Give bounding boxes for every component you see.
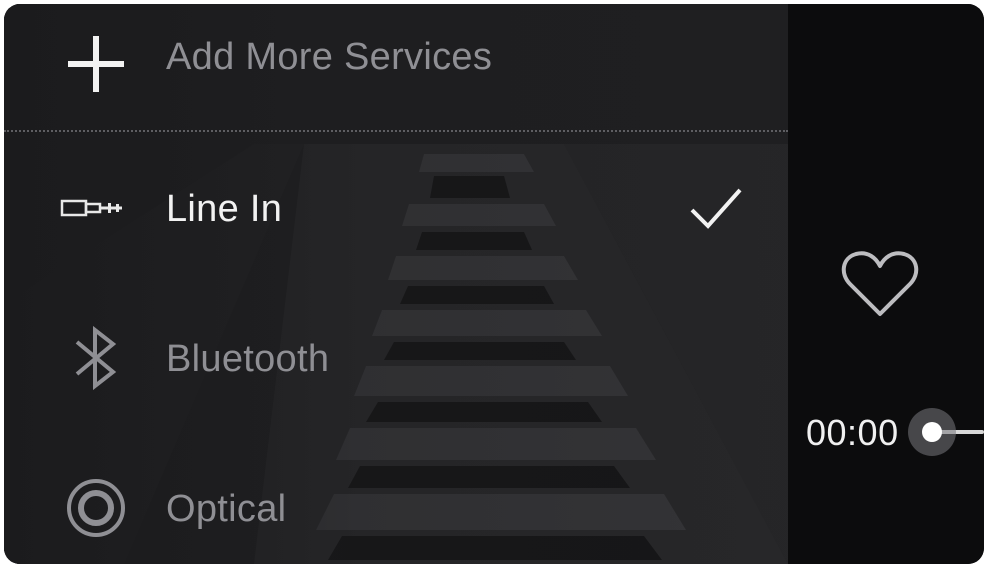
progress-slider-handle[interactable]	[908, 408, 956, 456]
source-item-optical[interactable]: Optical	[4, 448, 788, 564]
source-label-optical: Optical	[166, 488, 287, 530]
source-item-line-in[interactable]: Line In	[4, 148, 788, 268]
app-window: Add More Services Line In Bluetooth Opti…	[4, 4, 984, 564]
elapsed-time: 00:00	[806, 412, 899, 453]
source-label-line-in: Line In	[166, 188, 283, 230]
optical-icon	[56, 468, 136, 548]
checkmark-icon	[690, 188, 742, 229]
heart-icon[interactable]	[840, 248, 920, 320]
now-playing-panel: 00:00	[788, 4, 984, 564]
menu-divider	[4, 130, 788, 132]
source-menu-panel: Add More Services Line In Bluetooth Opti…	[4, 4, 788, 564]
add-more-services-item[interactable]: Add More Services	[4, 4, 788, 124]
plus-icon	[56, 24, 136, 104]
bluetooth-icon	[56, 318, 136, 398]
line-in-plug-icon	[56, 168, 136, 248]
slider-knob	[922, 422, 942, 442]
source-item-bluetooth[interactable]: Bluetooth	[4, 298, 788, 418]
source-label-bluetooth: Bluetooth	[166, 338, 330, 380]
add-more-services-label: Add More Services	[166, 36, 493, 78]
